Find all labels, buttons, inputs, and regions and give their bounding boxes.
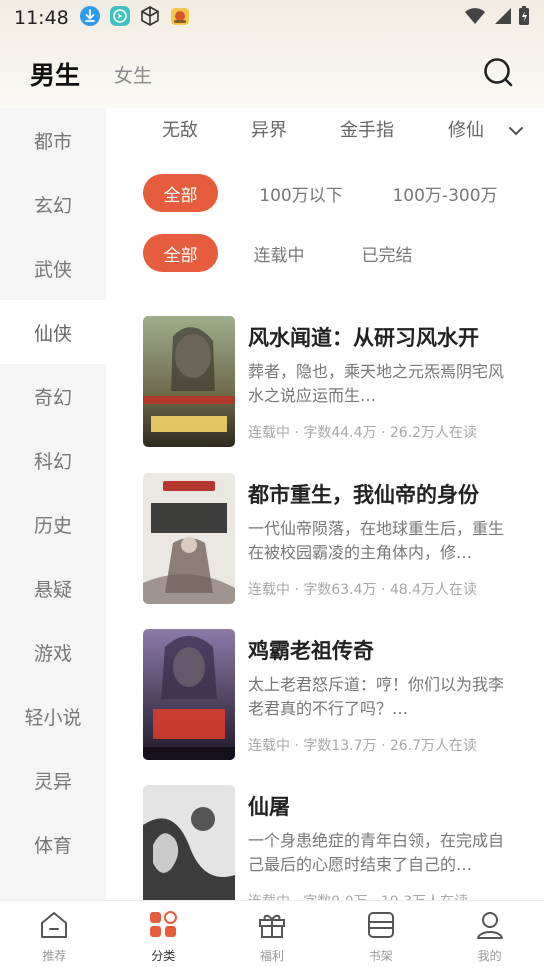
status-filter: 全部 连载中 已完结 (106, 234, 544, 274)
book-cover[interactable] (143, 629, 235, 760)
filter-1m-3m[interactable]: 100万-300万 (386, 174, 504, 212)
wifi-icon (464, 7, 486, 29)
book-description: 一个身患绝症的青年白领，在完成自己最后的心愿时结束了自己的… (248, 831, 505, 874)
book-cover[interactable] (143, 785, 235, 900)
category-sidebar: 都市 玄幻 武侠 仙侠 奇幻 科幻 历史 悬疑 游戏 轻小说 灵异 体育 军事 (0, 108, 106, 900)
notification-icons (79, 5, 191, 31)
tab-male[interactable]: 男生 (30, 56, 80, 92)
search-icon (483, 57, 513, 91)
filter-all-wordcount[interactable]: 全部 (143, 174, 218, 212)
book-meta: 连载中 · 字数44.4万 · 26.2万人在读 (248, 425, 478, 441)
status-time: 11:48 (14, 7, 69, 29)
sidebar-item-label: 奇幻 (33, 386, 72, 409)
book-list-panel: 无敌 异界 金手指 修仙 全部 100万以下 100万-300万 全部 连载中 … (106, 108, 544, 900)
book-description: 太上老君怒斥道：哼！你们以为我李老君真的不行了吗？… (248, 675, 505, 718)
video-app-icon (109, 5, 131, 31)
bottom-navigation: 推荐 分类 福利 书架 我的 (0, 900, 544, 967)
nav-label: 我的 (477, 949, 502, 963)
book-item[interactable]: 仙屠 一个身患绝症的青年白领，在完成自己最后的心愿时结束了自己的… 连载中 · … (143, 785, 538, 900)
nav-label: 推荐 (42, 949, 67, 963)
sidebar-item-lishi[interactable]: 历史 (0, 492, 106, 556)
nav-label: 书架 (368, 949, 393, 963)
tag-yijie[interactable]: 异界 (251, 116, 287, 142)
download-icon (79, 5, 101, 31)
sidebar-item-label: 历史 (33, 514, 72, 537)
gift-icon (257, 911, 287, 943)
book-meta: 连载中 · 字数9.0万 · 19.3万人在读 (248, 891, 538, 900)
book-cover[interactable] (143, 473, 235, 604)
sidebar-item-label: 游戏 (33, 642, 72, 665)
sidebar-item-lingyi[interactable]: 灵异 (0, 748, 106, 812)
header: 男生 女生 (0, 44, 544, 104)
search-button[interactable] (482, 58, 514, 90)
sidebar-item-label: 武侠 (33, 258, 72, 281)
book-meta: 连载中 · 字数13.7万 · 26.7万人在读 (248, 738, 478, 754)
chevron-down-icon[interactable] (508, 122, 524, 141)
nav-welfare[interactable]: 福利 (218, 901, 327, 967)
book-item[interactable]: 都市重生，我仙帝的身份 一代仙帝陨落，在地球重生后，重生在被校园霸凌的主角体内，… (143, 473, 538, 607)
book-meta: 连载中 · 字数63.4万 · 48.4万人在读 (248, 582, 478, 598)
filter-all-status[interactable]: 全部 (143, 234, 218, 272)
tab-female[interactable]: 女生 (114, 61, 152, 88)
sidebar-item-label: 悬疑 (33, 578, 72, 601)
nav-label: 分类 (151, 949, 176, 963)
sidebar-item-xianxia[interactable]: 仙侠 (0, 300, 106, 364)
tag-wudi[interactable]: 无敌 (162, 116, 198, 142)
sidebar-item-xuanyi[interactable]: 悬疑 (0, 556, 106, 620)
sidebar-item-qihuan[interactable]: 奇幻 (0, 364, 106, 428)
book-title: 都市重生，我仙帝的身份 (248, 483, 479, 507)
tag-row: 无敌 异界 金手指 修仙 (106, 108, 544, 148)
tag-jinshouzhi[interactable]: 金手指 (340, 116, 394, 142)
book-title: 风水闻道：从研习风水开 (248, 326, 479, 350)
sidebar-item-wuxia[interactable]: 武侠 (0, 236, 106, 300)
sidebar-item-youxi[interactable]: 游戏 (0, 620, 106, 684)
nav-bookshelf[interactable]: 书架 (326, 901, 435, 967)
book-item[interactable]: 鸡霸老祖传奇 太上老君怒斥道：哼！你们以为我李老君真的不行了吗？… 连载中 · … (143, 629, 538, 763)
sidebar-item-xuanhuan[interactable]: 玄幻 (0, 172, 106, 236)
signal-icon (492, 7, 512, 29)
sidebar-item-qingxiaoshuo[interactable]: 轻小说 (0, 684, 106, 748)
home-icon (39, 911, 69, 943)
nav-profile[interactable]: 我的 (435, 901, 544, 967)
sidebar-item-dushi[interactable]: 都市 (0, 108, 106, 172)
sidebar-item-label: 科幻 (33, 450, 72, 473)
book-title: 鸡霸老祖传奇 (248, 639, 374, 663)
nav-recommend[interactable]: 推荐 (0, 901, 109, 967)
book-cover[interactable] (143, 316, 235, 447)
book-description: 葬者，隐也，乘天地之元炁焉阴宅风水之说应运而生… (248, 362, 505, 405)
profile-icon (475, 911, 505, 943)
category-icon (148, 911, 178, 943)
system-status (464, 6, 530, 30)
status-bar: 11:48 (0, 0, 544, 36)
sidebar-item-kehuan[interactable]: 科幻 (0, 428, 106, 492)
nav-label: 福利 (259, 949, 284, 963)
cube-icon (139, 5, 161, 31)
word-count-filter: 全部 100万以下 100万-300万 (106, 174, 544, 214)
sidebar-item-label: 都市 (33, 130, 72, 153)
sidebar-item-label: 玄幻 (33, 194, 72, 217)
filter-completed[interactable]: 已完结 (354, 234, 420, 272)
bookshelf-icon (366, 911, 396, 943)
book-title: 仙屠 (248, 795, 290, 819)
sidebar-item-label: 灵异 (33, 770, 72, 793)
battery-icon (518, 6, 530, 30)
book-item[interactable]: 风水闻道：从研习风水开 葬者，隐也，乘天地之元炁焉阴宅风水之说应运而生… 连载中… (143, 316, 538, 450)
sidebar-item-label: 轻小说 (24, 706, 82, 729)
sidebar-item-tiyu[interactable]: 体育 (0, 812, 106, 876)
book-description: 一代仙帝陨落，在地球重生后，重生在被校园霸凌的主角体内，修… (248, 519, 505, 562)
nav-category[interactable]: 分类 (109, 901, 218, 967)
filter-serializing[interactable]: 连载中 (246, 234, 312, 272)
sidebar-item-label: 体育 (33, 834, 72, 857)
app-badge-icon (169, 5, 191, 31)
sidebar-item-label: 仙侠 (33, 322, 72, 345)
tag-xiuxian[interactable]: 修仙 (448, 116, 484, 142)
filter-under-1m[interactable]: 100万以下 (246, 174, 356, 212)
sidebar-item-junshi[interactable]: 军事 (0, 876, 106, 901)
